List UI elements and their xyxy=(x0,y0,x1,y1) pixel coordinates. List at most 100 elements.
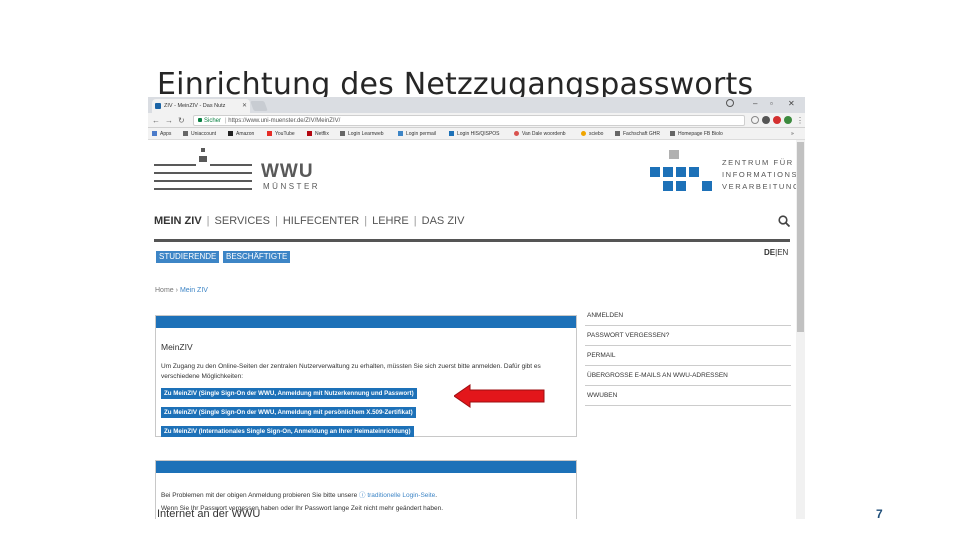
url-path: /ZIV/MeinZIV/ xyxy=(303,118,341,124)
bookmark-icon xyxy=(183,131,188,137)
extension-icon[interactable] xyxy=(762,116,770,124)
nav-separator: | xyxy=(364,215,368,227)
amazon-icon xyxy=(228,131,233,137)
back-arrow-icon[interactable]: ← xyxy=(152,115,160,126)
box-header xyxy=(156,316,576,328)
slide-footer: Internet an der WWU xyxy=(157,508,261,520)
breadcrumb-home-link[interactable]: Home xyxy=(155,287,174,294)
bookmark-item[interactable]: Fachschaft GHR xyxy=(615,128,660,139)
netflix-icon xyxy=(307,131,312,137)
favicon-icon xyxy=(155,103,161,109)
minimize-icon[interactable]: – xyxy=(753,98,757,110)
login-password-link[interactable]: Zu MeinZIV (Single Sign-On der WWU, Anme… xyxy=(161,388,417,399)
lang-de-link[interactable]: DE xyxy=(764,248,775,257)
nav-mein-ziv[interactable]: MEIN ZIV xyxy=(154,213,202,229)
nav-das-ziv[interactable]: DAS ZIV xyxy=(422,213,465,229)
side-menu: ANMELDEN PASSWORT VERGESSEN? PERMAIL ÜBE… xyxy=(585,306,791,406)
login-international-link[interactable]: Zu MeinZIV (Internationales Single Sign-… xyxy=(161,426,414,437)
tab-bar: ZIV - MeinZIV - Das Nutz ✕ – ▫ ✕ xyxy=(148,97,805,113)
menu-icon[interactable]: ⋮ xyxy=(796,115,804,126)
youtube-icon xyxy=(267,131,272,137)
url-host: https://www.uni-muenster.de xyxy=(228,118,304,124)
nav-divider xyxy=(154,239,790,242)
forward-arrow-icon[interactable]: → xyxy=(165,115,173,126)
browser-toolbar: ← → ↻ Sicher | https://www.uni-muenster.d… xyxy=(148,113,805,128)
subnav-studierende-button[interactable]: STUDIERENDE xyxy=(156,251,220,263)
slide-page-number: 7 xyxy=(876,507,883,521)
bookmark-item[interactable]: YouTube xyxy=(267,128,295,139)
tab-title: ZIV - MeinZIV - Das Nutz xyxy=(164,103,226,109)
nav-services[interactable]: SERVICES xyxy=(215,213,270,229)
maximize-icon[interactable]: ▫ xyxy=(770,98,773,110)
profile-icon[interactable] xyxy=(726,99,734,107)
reload-icon[interactable]: ↻ xyxy=(178,115,185,126)
login-certificate-link[interactable]: Zu MeinZIV (Single Sign-On der WWU, Anme… xyxy=(161,407,416,418)
bookmark-icon xyxy=(449,131,454,137)
browser-screenshot: ZIV - MeinZIV - Das Nutz ✕ – ▫ ✕ ← → ↻ S… xyxy=(148,97,805,519)
wwu-logo-lines xyxy=(154,148,252,190)
close-window-icon[interactable]: ✕ xyxy=(788,98,795,110)
bookmark-item[interactable]: Homepage FB Biolo xyxy=(670,128,723,139)
traditional-login-link[interactable]: traditionelle Login-Seite xyxy=(367,492,435,499)
nav-lehre[interactable]: LEHRE xyxy=(372,213,409,229)
bookmark-icon xyxy=(670,131,675,137)
red-arrow-annotation xyxy=(454,384,545,408)
box-text: Um Zugang zu den Online-Seiten der zentr… xyxy=(161,363,541,380)
new-tab-button[interactable] xyxy=(250,101,268,111)
problems-text: Bei Problemen mit der obigen Anmeldung p… xyxy=(161,492,438,499)
secure-label: Sicher xyxy=(204,118,222,124)
subnav-beschaeftigte-button[interactable]: BESCHÄFTIGTE xyxy=(223,251,291,263)
info-icon: ⓘ xyxy=(359,492,366,499)
breadcrumb-separator: › xyxy=(175,287,178,294)
addon-icon[interactable] xyxy=(784,116,792,124)
meinziv-login-box: MeinZIV Um Zugang zu den Online-Seiten d… xyxy=(155,315,577,437)
bookmark-icon xyxy=(514,131,519,137)
bookmarks-bar: Apps Uniaccount Amazon YouTube Netflix L… xyxy=(148,128,805,140)
search-icon[interactable] xyxy=(778,215,790,227)
ziv-logo-text: ZENTRUM FÜR INFORMATIONS VERARBEITUNG xyxy=(722,158,796,191)
lang-en-link[interactable]: EN xyxy=(777,248,788,257)
nav-hilfecenter[interactable]: HILFECENTER xyxy=(283,213,359,229)
main-navigation: MEIN ZIV | SERVICES | HILFECENTER | LEHRE | DAS … xyxy=(154,213,464,229)
breadcrumb: Home › Mein ZIV xyxy=(155,287,208,294)
browser-tab[interactable]: ZIV - MeinZIV - Das Nutz ✕ xyxy=(152,99,250,113)
bookmark-item[interactable]: Login Learnweb xyxy=(340,128,384,139)
nav-separator: | xyxy=(206,215,210,227)
web-page: WWU MÜNSTER ZENTRUM FÜR INFORMATIONS VER… xyxy=(148,140,796,519)
apps-icon xyxy=(152,131,157,137)
wwu-logo-text: WWU xyxy=(261,161,314,182)
bookmark-item[interactable]: Login permail xyxy=(398,128,436,139)
bookmark-item[interactable]: Netflix xyxy=(307,128,329,139)
side-item-passwort-vergessen[interactable]: PASSWORT VERGESSEN? xyxy=(585,326,791,346)
breadcrumb-current: Mein ZIV xyxy=(179,287,208,294)
ziv-logo-icon xyxy=(650,150,712,191)
sciebo-icon xyxy=(581,131,586,137)
nav-separator: | xyxy=(413,215,417,227)
nav-separator: | xyxy=(274,215,278,227)
bookmark-icon xyxy=(615,131,620,137)
bookmark-item[interactable]: Uniaccount xyxy=(183,128,216,139)
side-item-anmelden[interactable]: ANMELDEN xyxy=(585,306,791,326)
more-bookmarks-button[interactable]: » xyxy=(791,128,794,139)
bookmark-icon xyxy=(398,131,403,137)
bookmark-item[interactable]: Van Dale woordenb xyxy=(514,128,566,139)
side-item-permail[interactable]: PERMAIL xyxy=(585,346,791,366)
bookmark-item[interactable]: Amazon xyxy=(228,128,254,139)
language-switcher: DE|EN xyxy=(764,248,788,257)
bookmark-item[interactable]: Login HIS/QISPOS xyxy=(449,128,500,139)
lock-icon xyxy=(198,118,202,123)
bookmark-icon xyxy=(340,131,345,137)
opera-icon[interactable] xyxy=(773,116,781,124)
page-scrollbar[interactable] xyxy=(796,140,805,519)
wwu-city-text: MÜNSTER xyxy=(263,182,321,191)
side-item-uebergrosse-emails[interactable]: ÜBERGROSSE E-MAILS AN WWU-ADRESSEN xyxy=(585,366,791,386)
address-bar[interactable]: Sicher | https://www.uni-muenster.de/ZIV/… xyxy=(193,115,745,126)
box-title: MeinZIV xyxy=(161,342,193,352)
bookmark-item[interactable]: Apps xyxy=(152,128,171,139)
star-icon[interactable] xyxy=(751,116,759,124)
close-tab-icon[interactable]: ✕ xyxy=(242,99,247,113)
side-item-wwuben[interactable]: WWUBEN xyxy=(585,386,791,406)
box-header xyxy=(156,461,576,473)
scroll-thumb[interactable] xyxy=(797,142,804,332)
bookmark-item[interactable]: sciebo xyxy=(581,128,603,139)
